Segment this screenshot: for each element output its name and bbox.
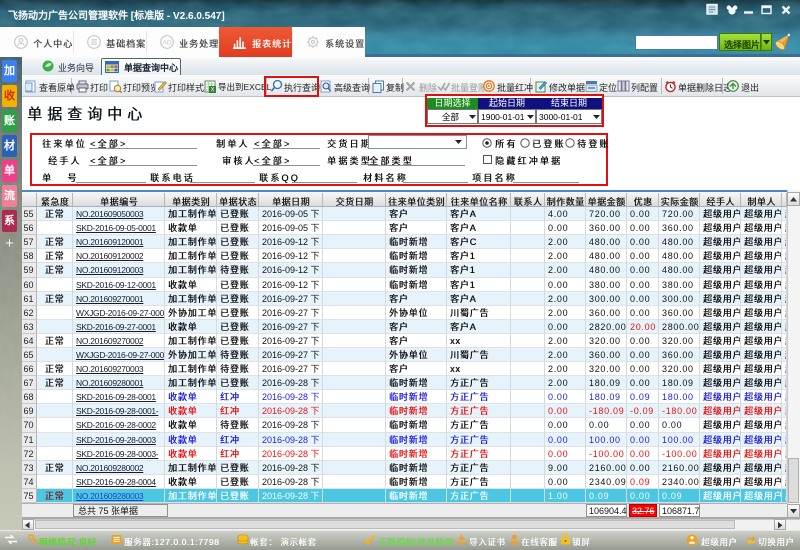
svg-text:X: X bbox=[210, 88, 214, 93]
svg-text:AD: AD bbox=[162, 40, 171, 47]
